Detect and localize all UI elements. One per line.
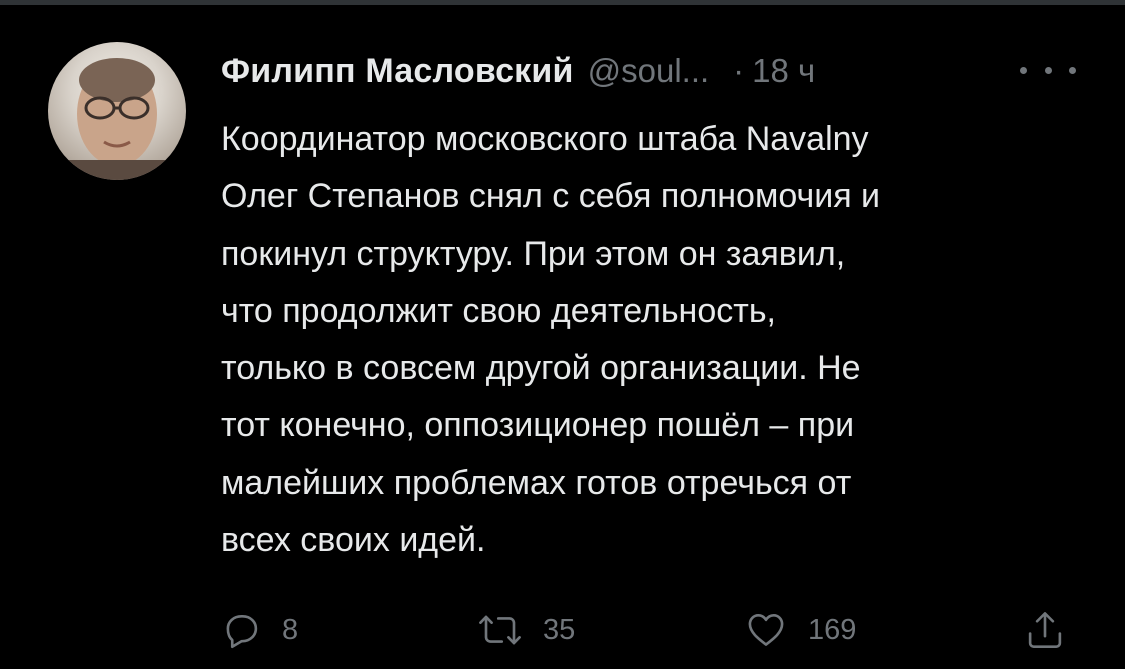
retweet-count: 35 [543,613,576,646]
reply-count: 8 [282,613,299,646]
retweet-button[interactable]: 35 [477,606,575,654]
reply-bubble-icon [226,615,258,649]
header-separator: · [733,52,745,89]
like-count: 169 [808,613,857,646]
reply-button[interactable]: 8 [220,606,298,654]
more-horizontal-icon [1044,66,1052,74]
tweet-actions: 8 35 169 [220,606,1080,654]
retweet-icon [479,615,521,645]
author-display-name[interactable]: Филипп Масловский [221,52,574,91]
like-button[interactable]: 169 [744,606,856,654]
tweet-text: Координатор московского штаба Navalny Ол… [221,120,881,560]
tweet-timestamp[interactable]: 18 ч [752,52,815,90]
avatar[interactable] [48,42,186,180]
share-upload-icon [1028,612,1062,648]
more-options-button[interactable] [1020,55,1076,85]
avatar-photo [48,58,186,180]
tweet-header: Филипп Масловский @soul... · 18 ч [221,49,1081,93]
tweet-card[interactable]: Филипп Масловский @soul... · 18 ч Коорди… [0,5,1125,669]
heart-icon [748,613,784,646]
more-horizontal-icon [1069,66,1076,74]
author-handle[interactable]: @soul... [588,52,710,90]
more-horizontal-icon [1020,66,1027,74]
share-button[interactable] [1024,606,1066,654]
